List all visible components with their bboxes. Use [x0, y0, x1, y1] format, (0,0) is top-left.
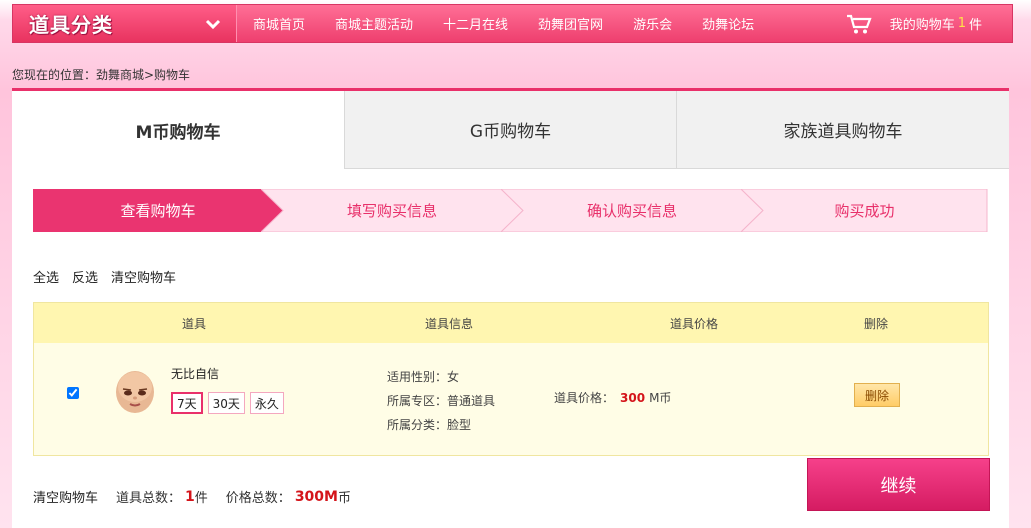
total-count-label: 道具总数： [116, 491, 182, 506]
total-count-unit: 件 [194, 491, 208, 506]
duration-7-days[interactable]: 7天 [171, 392, 203, 414]
my-cart-link[interactable]: 我的购物车 1 件 [846, 13, 982, 35]
tab-g-coin-cart[interactable]: G币购物车 [344, 91, 676, 169]
duration-permanent[interactable]: 永久 [249, 392, 284, 414]
total-price-unit: 币 [337, 491, 351, 506]
cart-tabs: M币购物车 G币购物车 家族道具购物车 [12, 91, 1009, 169]
category-menu[interactable]: 道具分类 [13, 5, 237, 42]
item-avatar [116, 371, 154, 413]
step-label: 确认购买信息 [586, 202, 677, 220]
nav-link-official-site[interactable]: 劲舞团官网 [538, 14, 603, 33]
total-price: 300M [294, 488, 338, 505]
step-confirm-info: 确认购买信息 [501, 189, 763, 232]
my-cart-label: 我的购物车 [889, 18, 955, 33]
checkout-steps: 查看购物车 填写购买信息 确认购买信息 购买成功 [33, 189, 988, 232]
nav-link-december[interactable]: 十二月在线 [443, 14, 508, 33]
item-price: 道具价格： 300 M币 [554, 389, 671, 406]
invert-selection-link[interactable]: 反选 [72, 267, 98, 286]
category-title: 道具分类 [29, 13, 113, 37]
table-header: 道具 道具信息 道具价格 删除 [34, 303, 988, 343]
nav-link-mall-home[interactable]: 商城首页 [253, 14, 305, 33]
table-row: 无比自信 7天 30天 永久 适用性别：女 所属专区：普通道具 所属分类：脸型 … [34, 343, 988, 455]
duration-options: 7天 30天 永久 [171, 392, 284, 414]
col-header-delete: 删除 [864, 317, 889, 331]
nav-links: 商城首页 商城主题活动 十二月在线 劲舞团官网 游乐会 劲舞论坛 [237, 14, 846, 33]
item-category: 所属分类：脸型 [387, 418, 472, 432]
breadcrumb: 您现在的位置：劲舞商城>购物车 [12, 68, 191, 82]
price-label: 道具价格： [554, 391, 615, 405]
price-unit: M币 [649, 391, 672, 405]
cart-icon [846, 14, 872, 33]
cart-actions: 全选 反选 清空购物车 [33, 267, 176, 286]
step-fill-info: 填写购买信息 [261, 189, 523, 232]
item-checkbox[interactable] [67, 387, 79, 399]
total-count: 1 [185, 488, 195, 505]
chevron-down-icon [205, 19, 221, 29]
price-value: 300 [620, 391, 646, 405]
item-zone: 所属专区：普通道具 [387, 394, 496, 408]
cart-count-unit: 件 [968, 18, 982, 33]
nav-link-events[interactable]: 商城主题活动 [335, 14, 413, 33]
col-header-price: 道具价格 [670, 317, 719, 331]
item-name: 无比自信 [171, 367, 220, 381]
step-label: 购买成功 [834, 202, 895, 220]
cart-count: 1 [957, 16, 966, 31]
cart-summary: 清空购物车 道具总数： 1 件 价格总数： 300M 币 [33, 487, 355, 507]
step-label: 查看购物车 [120, 202, 196, 220]
total-price-label: 价格总数： [225, 491, 291, 506]
delete-button[interactable]: 删除 [854, 383, 900, 407]
step-view-cart: 查看购物车 [33, 189, 283, 232]
cart-table: 道具 道具信息 道具价格 删除 无比自信 7天 30天 永久 适用性别：女 所属… [33, 302, 989, 456]
continue-button[interactable]: 继续 [807, 458, 990, 511]
clear-cart-link[interactable]: 清空购物车 [111, 267, 176, 286]
step-success: 购买成功 [741, 189, 988, 232]
step-label: 填写购买信息 [346, 202, 437, 220]
tab-m-coin-cart[interactable]: M币购物车 [12, 91, 344, 169]
col-header-item-info: 道具信息 [425, 317, 474, 331]
item-info: 适用性别：女 所属专区：普通道具 所属分类：脸型 [387, 365, 495, 437]
nav-link-forum[interactable]: 劲舞论坛 [702, 14, 754, 33]
nav-link-fun-club[interactable]: 游乐会 [633, 14, 672, 33]
clear-cart-footer-link[interactable]: 清空购物车 [33, 487, 98, 506]
duration-30-days[interactable]: 30天 [207, 392, 245, 414]
tab-family-cart[interactable]: 家族道具购物车 [676, 91, 1009, 169]
col-header-item: 道具 [182, 317, 207, 331]
item-gender: 适用性别：女 [387, 370, 460, 384]
cart-panel: M币购物车 G币购物车 家族道具购物车 查看购物车 填写购买信息 确认购买信息 [12, 88, 1009, 528]
select-all-link[interactable]: 全选 [33, 267, 59, 286]
top-nav: 道具分类 商城首页 商城主题活动 十二月在线 劲舞团官网 游乐会 劲舞论坛 我的… [12, 4, 1013, 43]
